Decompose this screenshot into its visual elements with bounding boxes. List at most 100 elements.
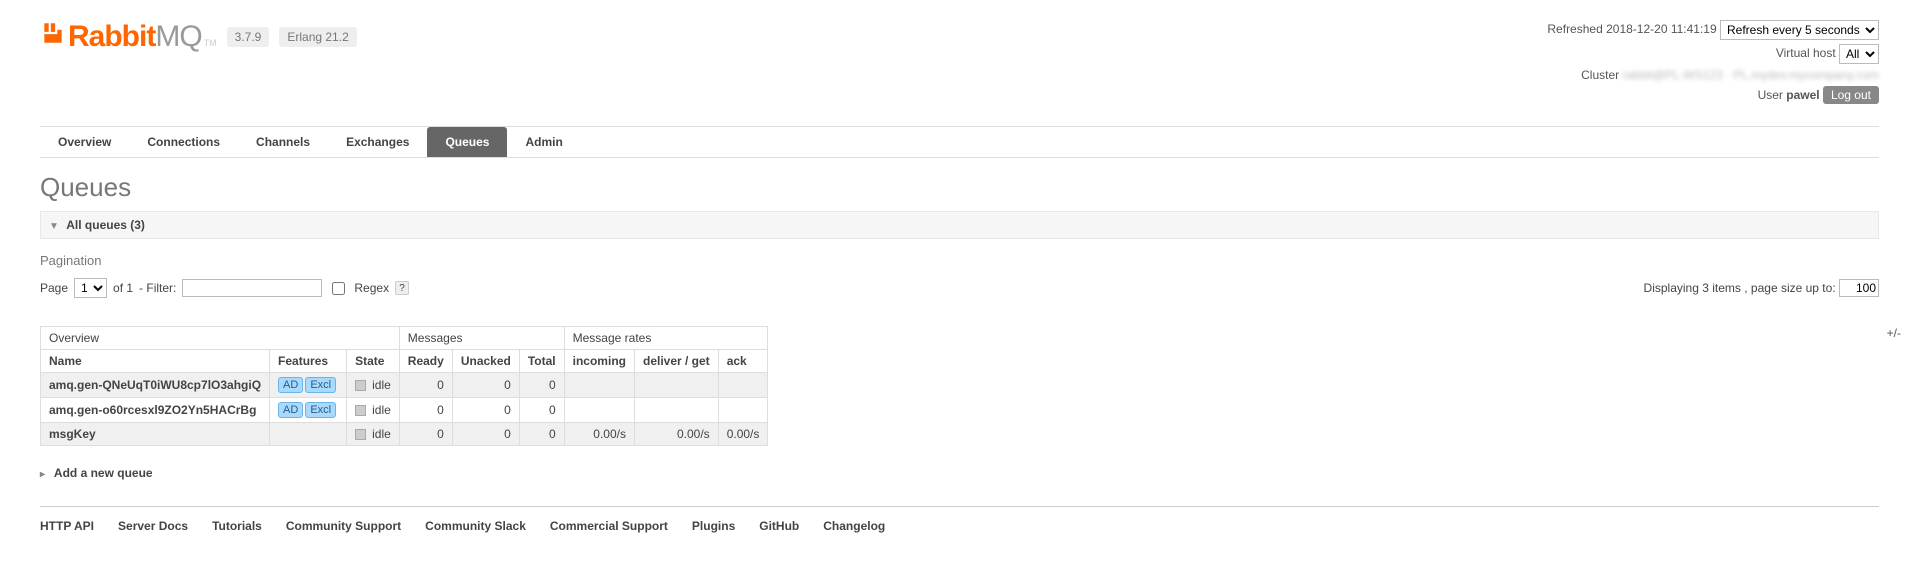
state-cell: idle	[347, 423, 400, 446]
user-name: pawel	[1786, 88, 1819, 102]
logo[interactable]: Rabbit MQ TM	[40, 20, 217, 54]
chevron-right-icon: ▸	[40, 469, 45, 480]
rabbitmq-icon	[40, 20, 66, 46]
refreshed-time: 2018-12-20 11:41:19	[1606, 22, 1717, 36]
group-rates: Message rates	[564, 327, 768, 350]
deliverGet-cell: 0.00/s	[634, 423, 718, 446]
logo-text-rabbit: Rabbit	[68, 20, 155, 54]
footer-link[interactable]: Plugins	[692, 519, 735, 533]
logo-text-mq: MQ	[155, 20, 201, 54]
features-cell: ADExcl	[270, 398, 347, 423]
col-features[interactable]: Features	[270, 350, 347, 373]
ack-cell: 0.00/s	[718, 423, 768, 446]
col-deliver-get[interactable]: deliver / get	[634, 350, 718, 373]
filter-input[interactable]	[182, 279, 322, 297]
pagination-title: Pagination	[40, 253, 1879, 268]
refreshed-label: Refreshed	[1547, 22, 1602, 36]
col-incoming[interactable]: incoming	[564, 350, 634, 373]
features-cell: ADExcl	[270, 373, 347, 398]
page-label: Page	[40, 281, 68, 295]
refresh-interval-select[interactable]: Refresh every 5 seconds	[1720, 20, 1879, 40]
help-icon[interactable]: ?	[395, 281, 409, 295]
all-queues-bar[interactable]: ▼ All queues (3)	[40, 211, 1879, 239]
header-right: Refreshed 2018-12-20 11:41:19 Refresh ev…	[1547, 20, 1879, 108]
version-rabbitmq: 3.7.9	[227, 27, 270, 47]
group-overview: Overview	[41, 327, 400, 350]
table-row: amq.gen-QNeUqT0iWU8cp7lO3ahgiQADExclidle…	[41, 373, 768, 398]
filter-label: - Filter:	[139, 281, 176, 295]
ack-cell	[718, 398, 768, 423]
col-name[interactable]: Name	[41, 350, 270, 373]
add-queue-label: Add a new queue	[54, 466, 153, 480]
tab-queues[interactable]: Queues	[427, 127, 507, 157]
tab-connections[interactable]: Connections	[129, 127, 238, 157]
col-unacked[interactable]: Unacked	[452, 350, 519, 373]
brand: Rabbit MQ TM 3.7.9 Erlang 21.2	[40, 20, 357, 54]
footer-link[interactable]: GitHub	[759, 519, 799, 533]
pagesize-input[interactable]	[1839, 279, 1879, 297]
col-state[interactable]: State	[347, 350, 400, 373]
regex-label: Regex	[354, 281, 389, 295]
queue-name-link[interactable]: msgKey	[49, 427, 96, 441]
add-queue-toggle[interactable]: ▸ Add a new queue	[40, 466, 1879, 480]
footer-link[interactable]: Commercial Support	[550, 519, 668, 533]
tab-overview[interactable]: Overview	[40, 127, 129, 157]
footer-link[interactable]: HTTP API	[40, 519, 94, 533]
queues-table: Overview Messages Message rates Name Fea…	[40, 326, 768, 446]
cluster-value: rabbit@PL-WS123 · PL.mydev.mycompany.com	[1623, 68, 1880, 82]
page-of-label: of 1	[113, 281, 133, 295]
table-row: amq.gen-o60rcesxl9ZO2Yn5HACrBgADExclidle…	[41, 398, 768, 423]
chevron-down-icon: ▼	[49, 221, 59, 232]
features-cell	[270, 423, 347, 446]
columns-toggle[interactable]: +/-	[1887, 326, 1901, 340]
deliverGet-cell	[634, 373, 718, 398]
total-cell: 0	[519, 398, 564, 423]
footer-link[interactable]: Community Support	[286, 519, 401, 533]
unacked-cell: 0	[452, 423, 519, 446]
footer-link[interactable]: Changelog	[823, 519, 885, 533]
incoming-cell	[564, 398, 634, 423]
state-cell: idle	[347, 398, 400, 423]
main-tabs: OverviewConnectionsChannelsExchangesQueu…	[40, 126, 1879, 158]
deliverGet-cell	[634, 398, 718, 423]
tab-admin[interactable]: Admin	[507, 127, 580, 157]
col-ack[interactable]: ack	[718, 350, 768, 373]
col-total[interactable]: Total	[519, 350, 564, 373]
ready-cell: 0	[399, 373, 452, 398]
feature-badge: Excl	[305, 377, 336, 393]
queue-name-link[interactable]: amq.gen-o60rcesxl9ZO2Yn5HACrBg	[49, 403, 256, 417]
unacked-cell: 0	[452, 398, 519, 423]
footer-link[interactable]: Server Docs	[118, 519, 188, 533]
all-queues-label: All queues (3)	[66, 218, 145, 232]
logo-tm: TM	[204, 38, 217, 48]
total-cell: 0	[519, 423, 564, 446]
tab-exchanges[interactable]: Exchanges	[328, 127, 427, 157]
footer-links: HTTP API Server Docs Tutorials Community Su…	[40, 506, 1879, 533]
incoming-cell: 0.00/s	[564, 423, 634, 446]
feature-badge: Excl	[305, 402, 336, 418]
cluster-label: Cluster	[1581, 68, 1619, 82]
feature-badge: AD	[278, 377, 303, 393]
unacked-cell: 0	[452, 373, 519, 398]
col-ready[interactable]: Ready	[399, 350, 452, 373]
page-select[interactable]: 1	[74, 278, 107, 298]
incoming-cell	[564, 373, 634, 398]
ready-cell: 0	[399, 398, 452, 423]
vhost-label: Virtual host	[1776, 46, 1836, 60]
queue-name-link[interactable]: amq.gen-QNeUqT0iWU8cp7lO3ahgiQ	[49, 378, 261, 392]
logout-button[interactable]: Log out	[1823, 86, 1879, 104]
total-cell: 0	[519, 373, 564, 398]
footer-link[interactable]: Tutorials	[212, 519, 262, 533]
user-label: User	[1758, 88, 1783, 102]
table-row: msgKeyidle0000.00/s0.00/s0.00/s	[41, 423, 768, 446]
feature-badge: AD	[278, 402, 303, 418]
footer-link[interactable]: Community Slack	[425, 519, 526, 533]
group-messages: Messages	[399, 327, 564, 350]
ready-cell: 0	[399, 423, 452, 446]
tab-channels[interactable]: Channels	[238, 127, 328, 157]
page-title: Queues	[40, 172, 1879, 203]
regex-checkbox[interactable]	[332, 282, 345, 295]
state-cell: idle	[347, 373, 400, 398]
ack-cell	[718, 373, 768, 398]
vhost-select[interactable]: All	[1839, 44, 1879, 64]
